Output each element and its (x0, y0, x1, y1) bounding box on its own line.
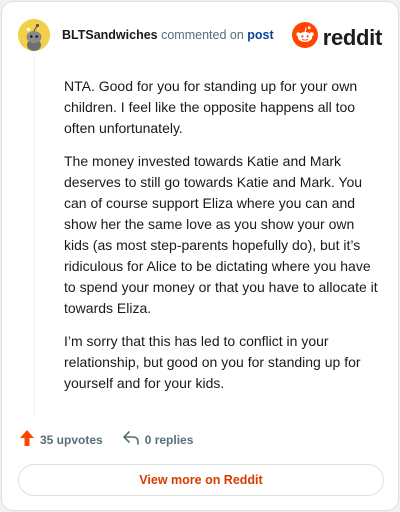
comment-paragraph: NTA. Good for you for standing up for yo… (64, 78, 358, 136)
comment-body: NTA. Good for you for standing up for yo… (64, 76, 380, 406)
snoo-avatar-icon[interactable] (18, 19, 50, 51)
upvote-button[interactable]: 35 upvotes (20, 430, 103, 449)
embedded-comment-card: BLTSandwiches commented on post reddit N… (1, 1, 399, 511)
comment-meta: BLTSandwiches commented on post (62, 28, 274, 42)
reply-button[interactable]: 0 replies (122, 431, 194, 448)
reddit-wordmark: reddit (322, 24, 383, 50)
comment-actions: 35 upvotes 0 replies (20, 430, 193, 449)
reply-arrow-icon (122, 431, 139, 448)
thread-line (34, 58, 35, 416)
reply-count: 0 replies (144, 432, 194, 447)
comment-header: BLTSandwiches commented on post reddit (18, 18, 382, 52)
comment-paragraph: The money invested towards Katie and Mar… (64, 153, 378, 316)
post-link[interactable]: post (247, 28, 273, 42)
reddit-logo-icon (291, 22, 318, 53)
author-name[interactable]: BLTSandwiches (62, 28, 158, 42)
reddit-brand[interactable]: reddit (291, 22, 383, 53)
upvote-count: 35 upvotes (40, 432, 103, 447)
commented-on-text: commented on (161, 28, 244, 42)
upvote-arrow-icon (20, 430, 34, 449)
view-more-button[interactable]: View more on Reddit (18, 464, 384, 496)
comment-paragraph: I’m sorry that this has led to conflict … (64, 333, 361, 391)
